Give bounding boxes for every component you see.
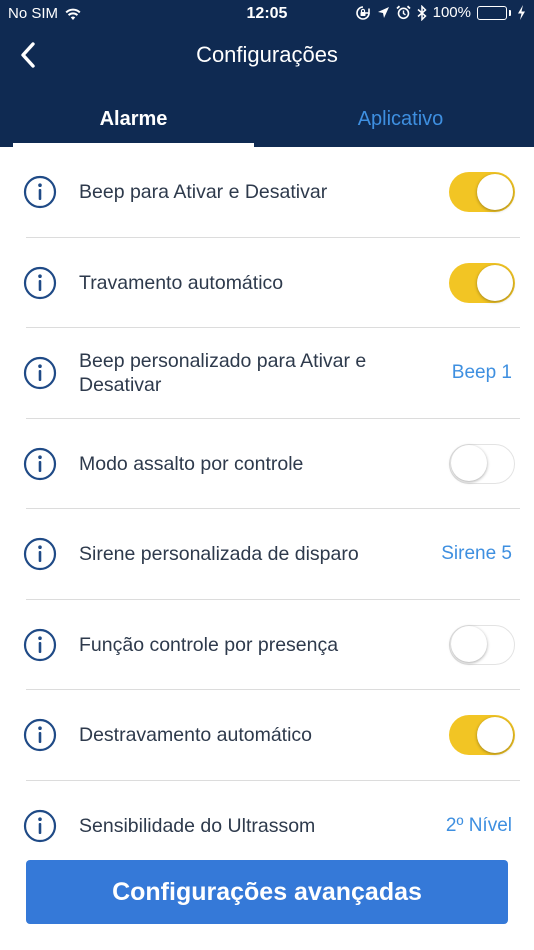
setting-row-sirene-personalizada-de-disparo[interactable]: Sirene personalizada de disparo Sirene 5 — [0, 509, 534, 600]
setting-row-funcao-controle-por-presenca[interactable]: Função controle por presença — [0, 600, 534, 690]
status-bar: No SIM 12:05 100% — [0, 0, 534, 28]
toggle-switch[interactable] — [449, 443, 515, 484]
toggle-knob — [477, 717, 513, 754]
charging-bolt-icon — [517, 5, 526, 20]
orientation-lock-icon — [355, 5, 371, 21]
info-icon[interactable] — [23, 356, 57, 390]
location-arrow-icon — [377, 6, 390, 19]
setting-row-beep-personalizado-para-ativar-e-desativar[interactable]: Beep personalizado para Ativar e Desativ… — [0, 328, 534, 419]
status-right: 100% — [355, 4, 526, 21]
info-icon[interactable] — [23, 628, 57, 662]
setting-label: Sensibilidade do Ultrassom — [79, 814, 316, 837]
toggle-switch[interactable] — [449, 262, 515, 303]
battery-percent: 100% — [432, 4, 471, 21]
setting-value[interactable]: 2º Nível — [446, 815, 512, 837]
info-icon[interactable] — [23, 175, 57, 209]
toggle-switch[interactable] — [449, 172, 515, 213]
setting-label: Beep para Ativar e Desativar — [79, 181, 328, 204]
info-icon[interactable] — [23, 809, 57, 843]
alarm-icon — [396, 5, 411, 20]
info-icon[interactable] — [23, 266, 57, 300]
advanced-settings-button[interactable]: Configurações avançadas — [26, 860, 508, 924]
toggle-knob — [451, 445, 487, 482]
setting-label: Travamento automático — [79, 271, 284, 294]
battery-icon — [477, 5, 511, 20]
info-icon[interactable] — [23, 537, 57, 571]
info-icon[interactable] — [23, 718, 57, 752]
toggle-knob — [477, 264, 513, 301]
setting-value[interactable]: Beep 1 — [452, 362, 512, 384]
setting-label: Sirene personalizada de disparo — [79, 543, 359, 566]
setting-row-destravamento-automatico[interactable]: Destravamento automático — [0, 690, 534, 781]
info-icon[interactable] — [23, 447, 57, 481]
settings-list: Beep para Ativar e Desativar Travamento a… — [0, 147, 534, 871]
setting-row-travamento-automatico[interactable]: Travamento automático — [0, 238, 534, 328]
tab-aplicativo[interactable]: Aplicativo — [267, 92, 534, 147]
header: No SIM 12:05 100% Configurações Alarme A… — [0, 0, 534, 147]
setting-row-beep-para-ativar-e-desativar[interactable]: Beep para Ativar e Desativar — [0, 147, 534, 238]
setting-label: Destravamento automático — [79, 724, 313, 747]
setting-label: Modo assalto por controle — [79, 452, 304, 475]
page-title: Configurações — [196, 42, 338, 67]
bluetooth-icon — [417, 4, 427, 21]
tab-bar: Alarme Aplicativo — [0, 92, 534, 147]
setting-row-sensibilidade-do-ultrassom[interactable]: Sensibilidade do Ultrassom 2º Nível — [0, 781, 534, 872]
setting-label: Beep personalizado para Ativar e Desativ… — [79, 350, 367, 397]
toggle-knob — [477, 174, 513, 211]
toggle-switch[interactable] — [449, 715, 515, 756]
setting-row-modo-assalto-por-controle[interactable]: Modo assalto por controle — [0, 419, 534, 509]
setting-value[interactable]: Sirene 5 — [441, 543, 512, 565]
toggle-knob — [451, 626, 487, 663]
setting-label: Função controle por presença — [79, 633, 339, 656]
toggle-switch[interactable] — [449, 624, 515, 665]
tab-alarme[interactable]: Alarme — [13, 92, 254, 147]
